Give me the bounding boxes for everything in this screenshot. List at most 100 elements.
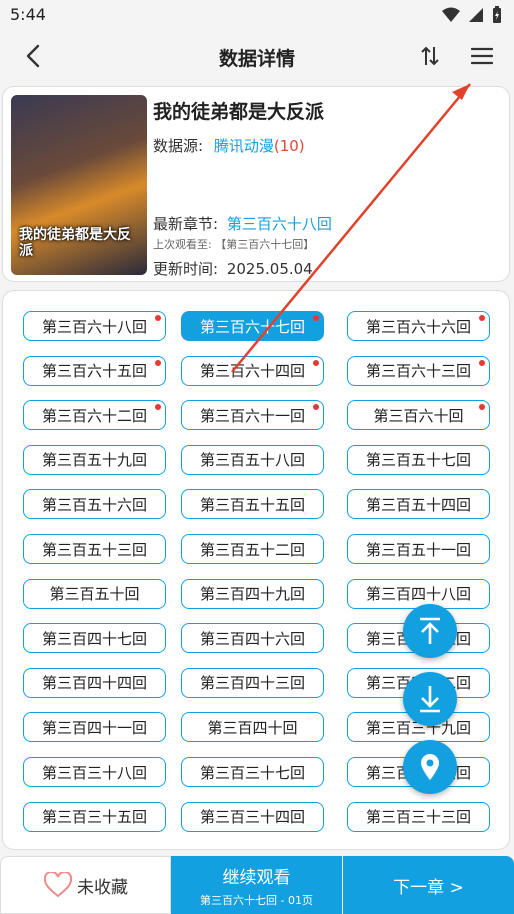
chapter-label: 第三百三十五回 [41,808,147,827]
chapter-label: 第三百四十六回 [199,629,305,648]
next-chapter-button[interactable]: 下一章 > [343,856,514,914]
chapter-button[interactable]: 第三百五十九回 [23,444,166,475]
status-bar: 5:44 [0,0,514,30]
chapter-button[interactable]: 第三百六十一回 [181,400,324,431]
arrow-to-top-icon [420,617,440,644]
continue-progress: 第三百六十七回 - 01页 [200,893,313,907]
new-update-dot [313,404,319,411]
chapter-label: 第三百三十八回 [41,763,147,782]
location-pin-icon [421,754,439,780]
chapter-button[interactable]: 第三百五十八回 [181,444,324,475]
new-update-dot [313,315,319,321]
chapter-label: 第三百五十五回 [199,495,305,514]
new-update-dot [479,315,485,321]
cover-title: 我的徒弟都是大反派 [19,227,131,259]
chapter-label: 第三百四十四回 [41,674,147,693]
chapter-button[interactable]: 第三百四十四回 [23,667,166,698]
chapter-label: 第三百五十三回 [41,540,147,559]
update-row: 更新时间: 2025.05.04 [153,258,313,279]
favorite-button[interactable]: 未收藏 [0,856,171,914]
chapter-button[interactable]: 第三百五十四回 [347,489,490,520]
chapter-label: 第三百四十七回 [41,629,147,648]
chapter-button[interactable]: 第三百四十八回 [347,578,490,609]
chapter-label: 第三百六十回 [373,406,464,425]
chapter-label: 第三百五十九回 [41,451,147,470]
chapter-label: 第三百三十七回 [199,763,305,782]
chapter-button[interactable]: 第三百六十二回 [23,400,166,431]
chapter-button[interactable]: 第三百五十七回 [347,444,490,475]
chapter-button[interactable]: 第三百五十二回 [181,534,324,564]
locate-button[interactable] [403,740,457,794]
chapter-button[interactable]: 第三百五十回 [23,578,166,609]
latest-chapter[interactable]: 第三百六十八回 [227,215,332,233]
new-update-dot [155,315,161,321]
source-name[interactable]: 腾讯动漫 [214,137,274,155]
continue-reading-button[interactable]: 继续观看 第三百六十七回 - 01页 [171,856,342,914]
chapter-button[interactable]: 第三百五十三回 [23,534,166,564]
new-update-dot [313,359,319,366]
continue-label: 继续观看 [222,867,291,888]
status-time: 5:44 [10,5,46,24]
favorite-label: 未收藏 [77,877,128,898]
chapter-label: 第三百五十七回 [365,451,471,470]
chapter-label: 第三百六十二回 [41,406,147,425]
chapter-button[interactable]: 第三百四十七回 [23,623,166,654]
chapter-button[interactable]: 第三百三十八回 [23,757,166,787]
chapter-label: 第三百五十回 [49,585,140,604]
chapter-label: 第三百四十一回 [41,718,147,737]
chapter-label: 第三百五十四回 [365,495,471,514]
sort-icon [421,46,439,66]
chapter-label: 第三百六十五回 [41,362,147,381]
comic-title: 我的徒弟都是大反派 [153,101,325,123]
bottom-bar: 未收藏 继续观看 第三百六十七回 - 01页 下一章 > [0,856,514,914]
chapter-label: 第三百六十八回 [41,317,147,336]
chapter-button[interactable]: 第三百五十五回 [181,489,324,520]
chapter-button[interactable]: 第三百三十四回 [181,801,324,832]
chapter-button[interactable]: 第三百六十七回 [181,311,324,341]
new-update-dot [155,359,161,366]
chapter-button[interactable]: 第三百六十六回 [347,311,490,341]
chapter-label: 第三百六十四回 [199,362,305,381]
chapter-button[interactable]: 第三百五十一回 [347,534,490,564]
new-update-dot [479,359,485,366]
chapter-button[interactable]: 第三百五十六回 [23,489,166,520]
chapter-label: 第三百五十一回 [365,540,471,559]
chapter-button[interactable]: 第三百四十三回 [181,667,324,698]
chapter-button[interactable]: 第三百三十五回 [23,801,166,832]
chapter-label: 第三百五十六回 [41,495,147,514]
comic-cover[interactable]: 我的徒弟都是大反派 [11,95,147,275]
comic-info-card: 我的徒弟都是大反派 我的徒弟都是大反派 数据源: 腾讯动漫(10) 最新章节: … [2,86,510,282]
chapter-button[interactable]: 第三百三十七回 [181,757,324,787]
chapter-label: 第三百六十一回 [199,406,305,425]
new-update-dot [155,404,161,411]
source-count: (10) [273,137,305,155]
app-bar: 数据详情 [0,30,514,82]
source-label: 数据源: [153,137,204,155]
chapter-label: 第三百四十三回 [199,674,305,693]
arrow-to-bottom-icon [420,686,440,713]
new-update-dot [479,404,485,411]
chapter-label: 第三百三十三回 [365,808,471,827]
latest-label: 最新章节: [153,215,219,233]
chapter-label: 第三百四十回 [207,718,298,737]
chapter-label: 第三百六十七回 [199,317,305,336]
chapter-button[interactable]: 第三百六十五回 [23,355,166,386]
chapter-button[interactable]: 第三百六十四回 [181,355,324,386]
chapter-label: 第三百四十八回 [365,585,471,604]
chapter-button[interactable]: 第三百三十三回 [347,801,490,832]
scroll-top-button[interactable] [403,604,457,658]
chapter-button[interactable]: 第三百四十一回 [23,712,166,743]
menu-button[interactable] [466,40,498,72]
battery-icon [493,6,501,23]
chapter-button[interactable]: 第三百六十回 [347,400,490,431]
wifi-icon [442,7,460,22]
scroll-bottom-button[interactable] [403,672,457,726]
chapter-button[interactable]: 第三百四十六回 [181,623,324,654]
sort-button[interactable] [414,40,446,72]
status-icons [442,6,502,24]
chapter-button[interactable]: 第三百六十三回 [347,355,490,386]
chapter-button[interactable]: 第三百四十九回 [181,578,324,609]
signal-icon [469,8,483,22]
chapter-button[interactable]: 第三百四十回 [181,712,324,743]
chapter-button[interactable]: 第三百六十八回 [23,311,166,341]
